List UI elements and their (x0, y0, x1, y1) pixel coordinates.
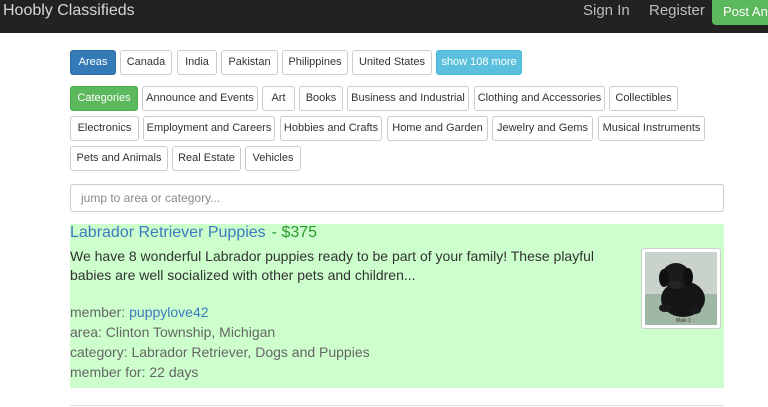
category-books[interactable]: Books (299, 86, 343, 111)
category-business-and-industrial[interactable]: Business and Industrial (347, 86, 469, 111)
puppy-photo: Male 1 (645, 252, 717, 325)
category-collectibles[interactable]: Collectibles (609, 86, 678, 111)
listing-title-link[interactable]: Labrador Retriever Puppies (70, 224, 266, 241)
listing-category: category: Labrador Retriever, Dogs and P… (70, 344, 370, 360)
categories-button[interactable]: Categories (70, 86, 138, 111)
area-canada[interactable]: Canada (120, 50, 172, 75)
area-philippines[interactable]: Philippines (282, 50, 348, 75)
category-announce-and-events[interactable]: Announce and Events (142, 86, 258, 111)
category-employment-and-careers[interactable]: Employment and Careers (143, 116, 275, 141)
jump-search-input[interactable] (70, 184, 724, 212)
top-navbar: Hoobly Classifieds Sign In Register Post… (0, 0, 768, 33)
listing-divider (70, 405, 724, 406)
category-vehicles[interactable]: Vehicles (245, 146, 301, 171)
listing-thumbnail[interactable]: Male 1 (641, 248, 721, 329)
listing-member-row: member: puppylove42 (70, 304, 209, 320)
listing-member-label: member: (70, 304, 126, 320)
site-brand[interactable]: Hoobly Classifieds (3, 2, 135, 20)
area-india[interactable]: India (177, 50, 217, 75)
sign-in-link[interactable]: Sign In (583, 2, 630, 19)
category-real-estate[interactable]: Real Estate (172, 146, 241, 171)
register-link[interactable]: Register (649, 2, 705, 19)
category-clothing-and-accessories[interactable]: Clothing and Accessories (474, 86, 605, 111)
category-pets-and-animals[interactable]: Pets and Animals (70, 146, 168, 171)
show-more-areas-button[interactable]: show 108 more (436, 50, 522, 75)
listing-member-link[interactable]: puppylove42 (129, 304, 208, 320)
listing-member-for: member for: 22 days (70, 364, 199, 380)
category-jewelry-and-gems[interactable]: Jewelry and Gems (492, 116, 593, 141)
listing-title-row: Labrador Retriever Puppies - $375 (70, 224, 317, 244)
listing-area: area: Clinton Township, Michigan (70, 324, 276, 340)
category-electronics[interactable]: Electronics (70, 116, 139, 141)
listing-price: - $375 (271, 224, 318, 241)
areas-button[interactable]: Areas (70, 50, 116, 75)
category-musical-instruments[interactable]: Musical Instruments (598, 116, 705, 141)
area-united-states[interactable]: United States (352, 50, 432, 75)
category-art[interactable]: Art (262, 86, 295, 111)
thumb-caption: Male 1 (676, 318, 691, 324)
listing-description: We have 8 wonderful Labrador puppies rea… (70, 248, 595, 283)
area-pakistan[interactable]: Pakistan (221, 50, 278, 75)
category-home-and-garden[interactable]: Home and Garden (387, 116, 488, 141)
listing-card: Labrador Retriever Puppies - $375 We have… (70, 224, 724, 388)
category-hobbies-and-crafts[interactable]: Hobbies and Crafts (280, 116, 382, 141)
post-ad-button[interactable]: Post An Ad (712, 0, 768, 25)
